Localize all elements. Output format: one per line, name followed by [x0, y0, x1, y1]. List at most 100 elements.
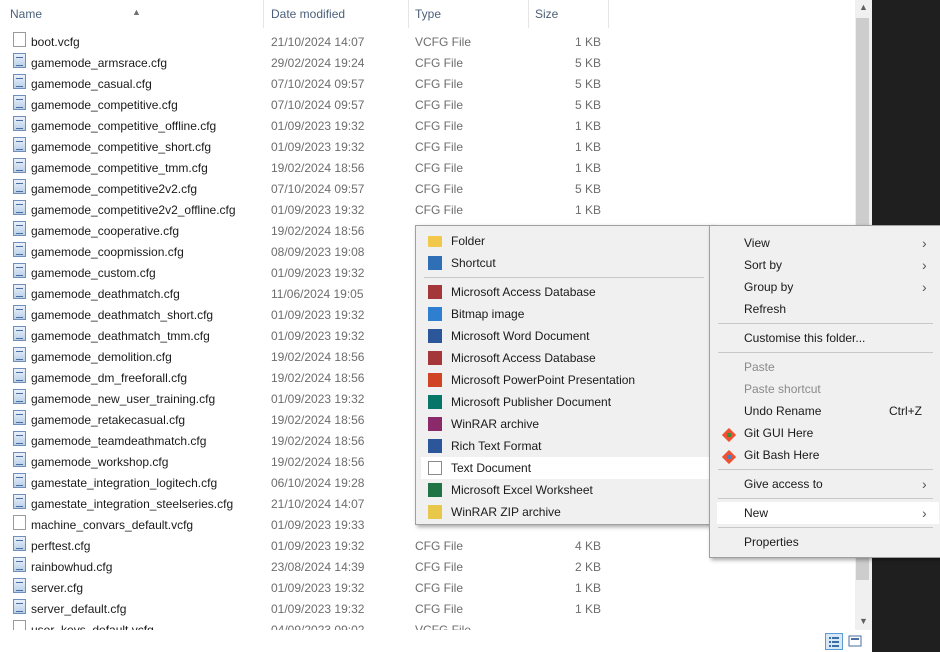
menu-item-give-access[interactable]: Give access to ›: [710, 473, 940, 495]
menu-item-new[interactable]: New ›: [717, 502, 939, 524]
new-submenu: Folder Shortcut Microsoft Access Database B…: [415, 225, 714, 525]
menu-item-paste[interactable]: Paste: [710, 356, 940, 378]
new-item-word[interactable]: Microsoft Word Document: [416, 325, 713, 347]
cfg-file-icon: [13, 74, 26, 89]
file-name: gamemode_demolition.cfg: [31, 350, 172, 364]
file-date-modified: 19/02/2024 18:56: [271, 413, 365, 427]
file-size: 1 KB: [574, 35, 601, 49]
menu-separator: [718, 323, 933, 324]
file-row[interactable]: server.cfg 01/09/2023 19:32 CFG File 1 KB: [0, 578, 855, 599]
menu-item-undo-rename[interactable]: Undo Rename Ctrl+Z: [710, 400, 940, 422]
file-row[interactable]: user_keys_default.vcfg 04/09/2023 09:02 VC…: [0, 620, 855, 630]
vcfg-file-icon: [13, 32, 26, 47]
file-type: CFG File: [415, 98, 463, 112]
menu-item-paste-shortcut[interactable]: Paste shortcut: [710, 378, 940, 400]
new-item-access[interactable]: Microsoft Access Database: [416, 347, 713, 369]
new-item-winrar-zip[interactable]: WinRAR ZIP archive: [416, 501, 713, 523]
file-size: 1 KB: [574, 602, 601, 616]
undo-rename-label: Undo Rename: [744, 404, 822, 418]
cfg-file-icon: [13, 410, 26, 425]
cfg-file-icon: [13, 53, 26, 68]
new-item-publisher[interactable]: Microsoft Publisher Document: [416, 391, 713, 413]
file-size: 5 KB: [574, 182, 601, 196]
file-row[interactable]: gamemode_competitive2v2.cfg 07/10/2024 09…: [0, 179, 855, 200]
file-row[interactable]: gamemode_competitive.cfg 07/10/2024 09:57…: [0, 95, 855, 116]
file-row[interactable]: boot.vcfg 21/10/2024 14:07 VCFG File 1 KB: [0, 32, 855, 53]
details-view-icon[interactable]: [825, 633, 843, 650]
chevron-right-icon: ›: [922, 279, 927, 295]
cfg-file-icon: [13, 347, 26, 362]
new-item-text-document[interactable]: Text Document: [421, 457, 709, 479]
file-row[interactable]: gamemode_competitive2v2_offline.cfg 01/09…: [0, 200, 855, 221]
file-date-modified: 07/10/2024 09:57: [271, 182, 365, 196]
scroll-down-icon[interactable]: ▼: [855, 616, 872, 626]
scroll-up-icon[interactable]: ▲: [855, 2, 872, 12]
file-size: 1 KB: [574, 203, 601, 217]
sort-ascending-icon: ▲: [132, 7, 141, 17]
file-date-modified: 01/09/2023 19:32: [271, 308, 365, 322]
menu-item-sort-by[interactable]: Sort by ›: [710, 254, 940, 276]
new-item-shortcut[interactable]: Shortcut: [416, 252, 713, 274]
file-row[interactable]: gamemode_competitive_tmm.cfg 19/02/2024 1…: [0, 158, 855, 179]
new-item-label: Microsoft Word Document: [451, 329, 590, 343]
file-name: gamemode_dm_freeforall.cfg: [31, 371, 188, 385]
file-size: 1 KB: [574, 161, 601, 175]
file-name: gamemode_competitive.cfg: [31, 98, 178, 112]
new-item-label: Bitmap image: [451, 307, 525, 321]
menu-separator: [718, 352, 933, 353]
file-size: 4 KB: [574, 539, 601, 553]
column-header-date[interactable]: Date modified: [265, 0, 409, 28]
column-type-label: Type: [415, 7, 442, 21]
new-item-excel[interactable]: Microsoft Excel Worksheet: [416, 479, 713, 501]
menu-item-git-gui[interactable]: Git GUI Here: [710, 422, 940, 444]
menu-item-customise-folder[interactable]: Customise this folder...: [710, 327, 940, 349]
file-date-modified: 19/02/2024 18:56: [271, 350, 365, 364]
group-by-label: Group by: [744, 280, 794, 294]
new-item-winrar[interactable]: WinRAR archive: [416, 413, 713, 435]
file-name: gamemode_new_user_training.cfg: [31, 392, 216, 406]
menu-item-view[interactable]: View ›: [710, 232, 940, 254]
column-header-size[interactable]: Size: [529, 0, 609, 28]
large-icons-view-icon[interactable]: [847, 633, 865, 650]
file-type: CFG File: [415, 119, 463, 133]
file-row[interactable]: gamemode_casual.cfg 07/10/2024 09:57 CFG F…: [0, 74, 855, 95]
cfg-file-icon: [13, 326, 26, 341]
menu-item-git-bash[interactable]: Git Bash Here: [710, 444, 940, 466]
excel-icon: [428, 483, 442, 497]
file-date-modified: 01/09/2023 19:32: [271, 203, 365, 217]
new-item-powerpoint[interactable]: Microsoft PowerPoint Presentation: [416, 369, 713, 391]
cfg-file-icon: [13, 536, 26, 551]
file-row[interactable]: rainbowhud.cfg 23/08/2024 14:39 CFG File 2 …: [0, 557, 855, 578]
new-item-bitmap[interactable]: Bitmap image: [416, 303, 713, 325]
file-name: gamemode_casual.cfg: [31, 77, 152, 91]
new-item-label: Rich Text Format: [451, 439, 542, 453]
menu-item-refresh[interactable]: Refresh: [710, 298, 940, 320]
file-type: VCFG File: [415, 623, 472, 630]
column-header-bar: Name ▲ Date modified Type Size: [0, 0, 855, 28]
chevron-right-icon: ›: [922, 235, 927, 251]
cfg-file-icon: [13, 158, 26, 173]
file-row[interactable]: gamemode_competitive_offline.cfg 01/09/20…: [0, 116, 855, 137]
column-header-name[interactable]: Name ▲: [4, 0, 264, 28]
properties-label: Properties: [744, 535, 799, 549]
file-date-modified: 19/02/2024 18:56: [271, 434, 365, 448]
cfg-file-icon: [13, 368, 26, 383]
file-date-modified: 01/09/2023 19:32: [271, 581, 365, 595]
new-item-folder[interactable]: Folder: [416, 230, 713, 252]
paste-label: Paste: [744, 360, 775, 374]
cfg-file-icon: [13, 179, 26, 194]
column-header-type[interactable]: Type: [409, 0, 529, 28]
winrar-zip-icon: [428, 505, 442, 519]
new-item-access[interactable]: Microsoft Access Database: [416, 281, 713, 303]
file-row[interactable]: gamemode_competitive_short.cfg 01/09/2023…: [0, 137, 855, 158]
access-icon: [428, 351, 442, 365]
new-item-label: Microsoft PowerPoint Presentation: [451, 373, 636, 387]
new-item-rtf[interactable]: Rich Text Format: [416, 435, 713, 457]
cfg-file-icon: [13, 452, 26, 467]
menu-item-group-by[interactable]: Group by ›: [710, 276, 940, 298]
file-name: gamemode_cooperative.cfg: [31, 224, 180, 238]
menu-item-properties[interactable]: Properties: [710, 531, 940, 553]
file-row[interactable]: server_default.cfg 01/09/2023 19:32 CFG Fi…: [0, 599, 855, 620]
file-row[interactable]: gamemode_armsrace.cfg 29/02/2024 19:24 CFG…: [0, 53, 855, 74]
menu-separator: [718, 498, 933, 499]
